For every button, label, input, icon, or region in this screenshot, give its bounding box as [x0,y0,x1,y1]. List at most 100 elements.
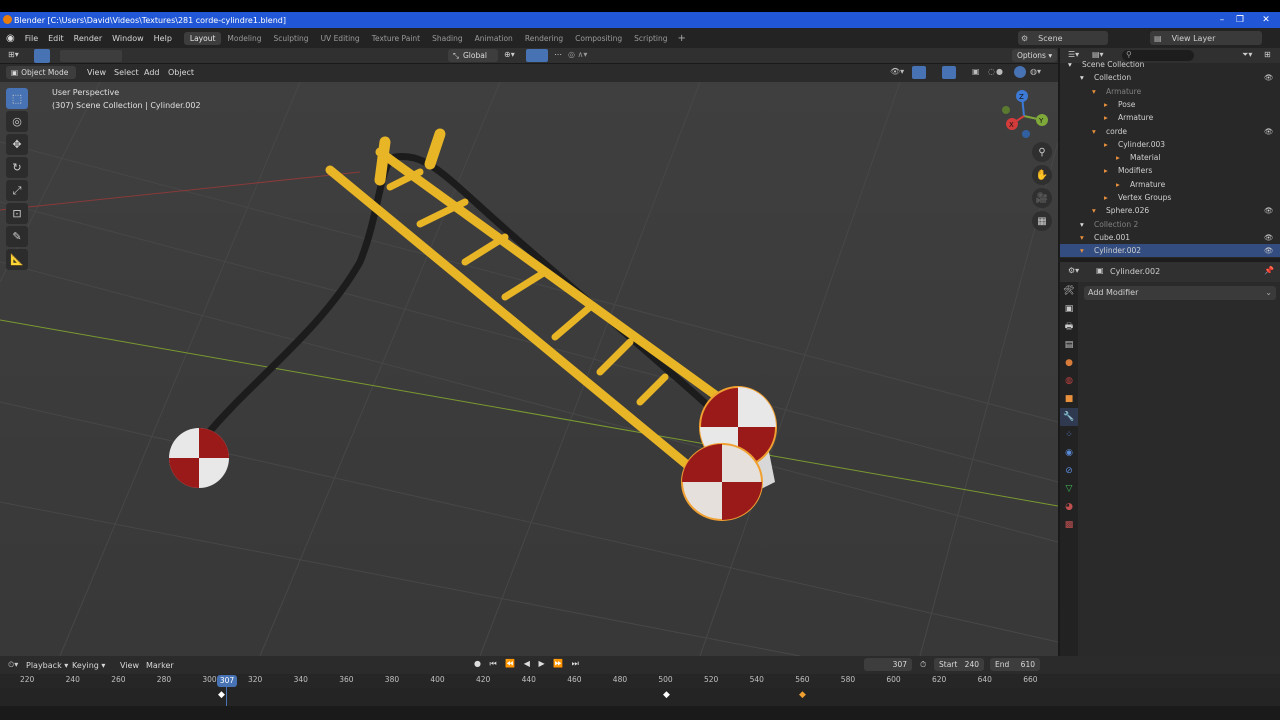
menu-help[interactable]: Help [154,34,172,43]
tab-layout[interactable]: Layout [183,31,222,45]
tool-tab-icon[interactable]: 🛠 [1060,282,1078,300]
start-frame-field[interactable]: Start 240 [934,658,984,671]
view-layer-selector[interactable]: ▤ View Layer [1150,31,1262,45]
expand-icon[interactable]: ▸ [1104,191,1108,204]
visibility-icon[interactable]: 👁▾ [890,67,904,76]
snap-target-icon[interactable]: ⋯ [554,50,562,59]
minimize-button[interactable]: – [1214,13,1230,27]
expand-icon[interactable]: ▾ [1092,125,1096,138]
maximize-button[interactable]: ❐ [1232,13,1248,27]
expand-icon[interactable]: ▸ [1104,98,1108,111]
outliner-row[interactable]: ▾ Cylinder.002 👁 [1060,244,1280,258]
expand-icon[interactable]: ▾ [1092,85,1096,98]
options-dropdown[interactable]: Options ▾ [1012,49,1058,62]
visibility-eye-icon[interactable]: 👁 [1264,204,1274,217]
outliner-row[interactable]: ▸ Vertex Groups [1060,191,1280,204]
outliner-row[interactable]: ▸ Cylinder.003 [1060,138,1280,151]
xray-icon[interactable]: ▣ [972,67,980,76]
annotate-icon[interactable]: ✎ [6,226,28,247]
tab-animation[interactable]: Animation [469,32,519,45]
vp-menu-select[interactable]: Select [114,68,139,77]
expand-icon[interactable]: ▾ [1080,71,1084,84]
outliner-row[interactable]: ▸ Pose [1060,98,1280,111]
world-tab-icon[interactable]: ◍ [1060,372,1078,390]
expand-icon[interactable]: ▸ [1116,151,1120,164]
mode-dropdown[interactable]: ▣ Object Mode [6,66,76,79]
tab-compositing[interactable]: Compositing [569,32,628,45]
transform-orientation-dropdown[interactable]: ⤡ Global [448,49,498,62]
measure-icon[interactable]: 📐 [6,249,28,270]
pin-icon[interactable]: 📌 [1264,266,1274,275]
tab-texture-paint[interactable]: Texture Paint [366,32,426,45]
select-box-icon[interactable]: ⬚ [6,88,28,109]
outliner-row[interactable]: ▾ Scene Collection [1060,58,1280,71]
data-tab-icon[interactable]: ▽ [1060,480,1078,498]
properties-editor-icon[interactable]: ⚙▾ [1068,266,1079,275]
outliner-row[interactable]: ▾ Collection 👁 [1060,71,1280,84]
navigation-gizmo[interactable]: Y Z X [996,88,1052,144]
pivot-icon[interactable]: ⊕▾ [504,50,515,59]
tab-modeling[interactable]: Modeling [221,32,267,45]
expand-icon[interactable]: ▸ [1116,178,1120,191]
expand-icon[interactable]: ▾ [1080,231,1084,244]
menu-render[interactable]: Render [74,34,102,43]
outliner-row[interactable]: ▾ Sphere.026 👁 [1060,204,1280,217]
add-workspace-icon[interactable]: + [678,33,686,44]
scene-selector[interactable]: ⚙ Scene [1018,31,1108,45]
scale-icon[interactable]: ⤢ [6,180,28,201]
expand-icon[interactable]: ▸ [1104,111,1108,124]
keyframe-marker[interactable]: ◆ [663,690,670,700]
timeline-menu-playback[interactable]: Playback ▾ [26,661,68,670]
outliner-row[interactable]: ▸ Material [1060,151,1280,164]
tab-sculpting[interactable]: Sculpting [268,32,315,45]
expand-icon[interactable]: ▾ [1080,218,1084,231]
expand-icon[interactable]: ▾ [1068,58,1072,71]
timeline-menu-marker[interactable]: Marker [146,661,174,670]
vp-menu-view[interactable]: View [87,68,106,77]
particles-tab-icon[interactable]: ⁘ [1060,426,1078,444]
gizmo-toggle-icon[interactable] [912,66,926,79]
expand-icon[interactable]: ▾ [1080,244,1084,257]
material-preview-icon[interactable] [1014,66,1026,78]
modifier-tab-icon[interactable]: 🔧 [1060,408,1078,426]
end-frame-field[interactable]: End 610 [990,658,1040,671]
shading-mode-icons[interactable]: ◌● [988,67,1004,76]
material-tab-icon[interactable]: ◕ [1060,498,1078,516]
keyframe-track[interactable]: ◆ ◆ ◆ [0,688,1280,706]
outliner-row[interactable]: ▸ Armature [1060,111,1280,124]
add-modifier-dropdown[interactable]: Add Modifier ⌄ [1084,286,1276,300]
scene-tab-icon[interactable]: ● [1060,354,1078,372]
select-tool-icon[interactable] [34,49,50,63]
expand-icon[interactable]: ▾ [1092,204,1096,217]
physics-tab-icon[interactable]: ◉ [1060,444,1078,462]
timeline-editor-icon[interactable]: ⏲▾ [8,660,18,670]
close-button[interactable]: ✕ [1258,13,1274,27]
menu-window[interactable]: Window [112,34,144,43]
view-layer-tab-icon[interactable]: ▤ [1060,336,1078,354]
zoom-icon[interactable]: ⚲ [1032,142,1052,162]
move-icon[interactable]: ✥ [6,134,28,155]
playback-controls[interactable]: ● ⏮ ⏪ ◀ ▶ ⏩ ⏭ [474,659,582,669]
expand-icon[interactable]: ▸ [1104,164,1108,177]
outliner-row[interactable]: ▸ Armature [1060,178,1280,191]
pan-hand-icon[interactable]: ✋ [1032,165,1052,185]
visibility-eye-icon[interactable]: 👁 [1264,244,1274,257]
visibility-eye-icon[interactable]: 👁 [1264,231,1274,244]
perspective-grid-icon[interactable]: ▦ [1032,211,1052,231]
rotate-icon[interactable]: ↻ [6,157,28,178]
transform-icon[interactable]: ⊡ [6,203,28,224]
vp-menu-object[interactable]: Object [168,68,194,77]
clock-icon[interactable]: ⏱ [920,660,926,670]
outliner-row[interactable]: ▾ Armature [1060,85,1280,98]
visibility-eye-icon[interactable]: 👁 [1264,71,1274,84]
tab-uv-editing[interactable]: UV Editing [315,32,366,45]
constraints-tab-icon[interactable]: ⊘ [1060,462,1078,480]
timeline-menu-keying[interactable]: Keying ▾ [72,661,105,670]
keyframe-marker[interactable]: ◆ [218,690,225,700]
current-frame-field[interactable]: 307 [864,658,912,671]
tab-rendering[interactable]: Rendering [519,32,569,45]
menu-edit[interactable]: Edit [48,34,64,43]
menu-file[interactable]: File [25,34,38,43]
selection-mode-icons[interactable] [60,50,122,62]
outliner-row[interactable]: ▾ corde 👁 [1060,125,1280,138]
